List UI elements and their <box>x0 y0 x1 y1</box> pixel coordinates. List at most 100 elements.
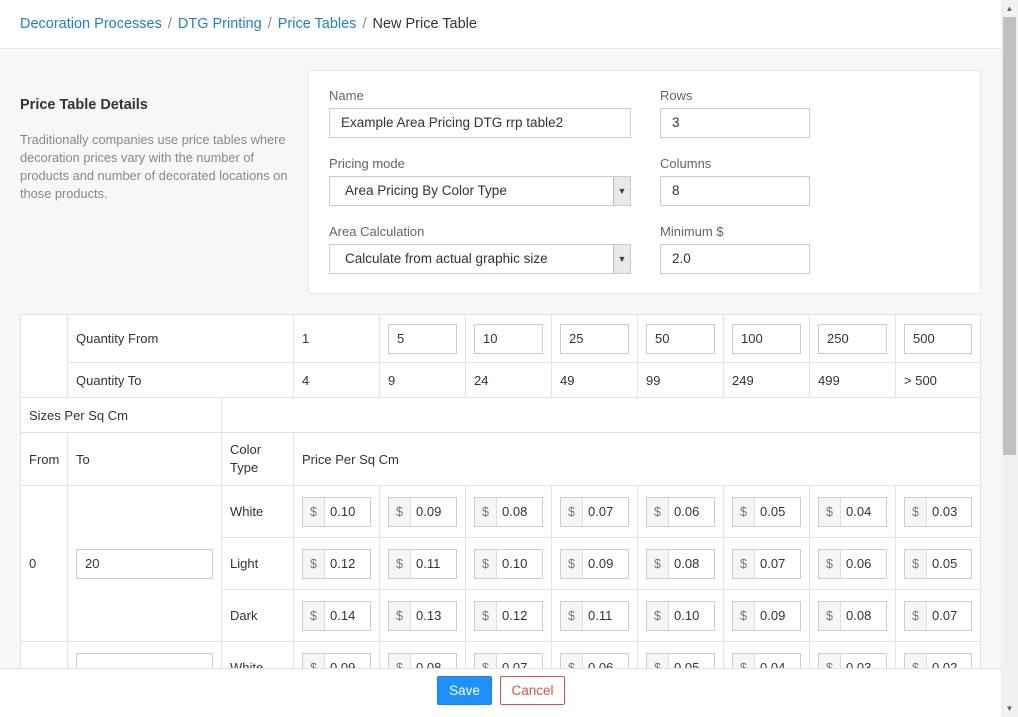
price-input[interactable]: $0.04 <box>818 496 888 527</box>
price-input[interactable]: $0.06 <box>818 548 888 579</box>
size-to-input[interactable]: 20 <box>76 548 213 579</box>
sizes-per-sq-cm-label: Sizes Per Sq Cm <box>20 397 222 433</box>
currency-symbol: $ <box>819 549 842 578</box>
price-input[interactable]: $0.08 <box>474 496 544 527</box>
name-label: Name <box>329 88 364 103</box>
price-input[interactable]: $0.07 <box>732 548 802 579</box>
breadcrumb-decoration-processes[interactable]: Decoration Processes <box>20 16 162 32</box>
to-header: To <box>67 432 222 486</box>
price-value: 0.10 <box>502 555 528 571</box>
quantity-from-input[interactable]: 25 <box>560 323 630 354</box>
price-cell: $0.10 <box>637 589 725 642</box>
currency-symbol: $ <box>733 549 756 578</box>
price-input[interactable]: $0.11 <box>388 548 458 579</box>
currency-symbol: $ <box>303 601 326 630</box>
price-value: 0.10 <box>674 607 700 623</box>
quantity-from-input[interactable]: 100 <box>732 323 802 354</box>
breadcrumb-price-tables[interactable]: Price Tables <box>278 16 357 32</box>
price-input[interactable]: $0.14 <box>302 600 372 631</box>
color-type-label: White <box>220 485 295 538</box>
price-input[interactable]: $0.05 <box>904 548 973 579</box>
currency-symbol: $ <box>905 601 928 630</box>
price-value: 0.07 <box>932 607 958 623</box>
price-value: 0.09 <box>416 503 442 519</box>
price-input[interactable]: $0.13 <box>388 600 458 631</box>
chevron-down-icon: ▼ <box>613 177 630 205</box>
price-cell: $0.04 <box>809 485 897 538</box>
price-value: 0.11 <box>416 555 441 571</box>
columns-input[interactable]: 8 <box>660 176 810 206</box>
price-value: 0.12 <box>330 555 356 571</box>
price-input[interactable]: $0.07 <box>560 496 630 527</box>
price-cell: $0.14 <box>293 589 381 642</box>
price-input[interactable]: $0.12 <box>474 600 544 631</box>
price-value: 0.06 <box>674 503 700 519</box>
name-input[interactable]: Example Area Pricing DTG rrp table2 <box>329 108 631 138</box>
price-cell: $0.07 <box>895 589 982 642</box>
price-value: 0.05 <box>932 555 958 571</box>
quantity-from-input[interactable]: 500 <box>904 323 973 354</box>
currency-symbol: $ <box>561 549 584 578</box>
price-value: 0.07 <box>760 555 786 571</box>
quantity-to-value: 24 <box>465 362 553 398</box>
color-type-label: Dark <box>220 589 295 642</box>
price-input[interactable]: $0.09 <box>732 600 802 631</box>
area-calculation-select[interactable]: Calculate from actual graphic size ▼ <box>329 244 631 274</box>
currency-symbol: $ <box>561 601 584 630</box>
price-cell: $0.09 <box>551 537 639 590</box>
price-cell: $0.07 <box>723 537 811 590</box>
price-cell: $0.10 <box>465 537 553 590</box>
price-input[interactable]: $0.08 <box>818 600 888 631</box>
scroll-up-icon[interactable]: ▲ <box>1001 0 1018 17</box>
price-input[interactable]: $0.07 <box>904 600 973 631</box>
vertical-scrollbar[interactable]: ▲ ▼ <box>1001 0 1018 717</box>
currency-symbol: $ <box>647 601 670 630</box>
price-input[interactable]: $0.10 <box>302 496 372 527</box>
quantity-from-input[interactable]: 10 <box>474 323 544 354</box>
minimum-input[interactable]: 2.0 <box>660 244 810 274</box>
sizes-header-filler <box>220 397 982 433</box>
section-description: Traditionally companies use price tables… <box>20 132 288 201</box>
currency-symbol: $ <box>303 549 326 578</box>
currency-symbol: $ <box>905 549 928 578</box>
minimum-label: Minimum $ <box>660 224 724 239</box>
currency-symbol: $ <box>475 497 498 526</box>
save-button[interactable]: Save <box>437 676 492 705</box>
columns-label: Columns <box>660 156 712 171</box>
cancel-button[interactable]: Cancel <box>500 676 565 705</box>
price-cell: $0.06 <box>809 537 897 590</box>
pricing-mode-select[interactable]: Area Pricing By Color Type ▼ <box>329 176 631 206</box>
price-input[interactable]: $0.08 <box>646 548 716 579</box>
price-input[interactable]: $0.09 <box>388 496 458 527</box>
price-input[interactable]: $0.10 <box>646 600 716 631</box>
price-input[interactable]: $0.05 <box>732 496 802 527</box>
price-value: 0.05 <box>760 503 786 519</box>
currency-symbol: $ <box>819 601 842 630</box>
quantity-to-value: 99 <box>637 362 725 398</box>
quantity-from-input[interactable]: 5 <box>388 323 458 354</box>
price-input[interactable]: $0.09 <box>560 548 630 579</box>
price-input[interactable]: $0.03 <box>904 496 973 527</box>
from-header: From <box>20 432 68 486</box>
price-cell: $0.10 <box>293 485 381 538</box>
currency-symbol: $ <box>389 549 412 578</box>
currency-symbol: $ <box>475 601 498 630</box>
price-cell: $0.11 <box>379 537 467 590</box>
currency-symbol: $ <box>561 497 584 526</box>
size-from-value: 0 <box>20 485 68 642</box>
breadcrumb-dtg-printing[interactable]: DTG Printing <box>178 16 262 32</box>
quantity-from-input[interactable]: 250 <box>818 323 888 354</box>
area-calculation-value: Calculate from actual graphic size <box>345 251 548 266</box>
rows-input[interactable]: 3 <box>660 108 810 138</box>
scroll-down-icon[interactable]: ▼ <box>1001 700 1018 717</box>
price-input[interactable]: $0.11 <box>560 600 630 631</box>
price-value: 0.10 <box>330 503 356 519</box>
price-input[interactable]: $0.06 <box>646 496 716 527</box>
details-section: Price Table Details Traditionally compan… <box>20 97 290 203</box>
price-input[interactable]: $0.10 <box>474 548 544 579</box>
size-to-cell: 20 <box>67 485 222 642</box>
price-input[interactable]: $0.12 <box>302 548 372 579</box>
currency-symbol: $ <box>733 497 756 526</box>
scroll-thumb[interactable] <box>1003 17 1016 455</box>
quantity-from-input[interactable]: 50 <box>646 323 716 354</box>
